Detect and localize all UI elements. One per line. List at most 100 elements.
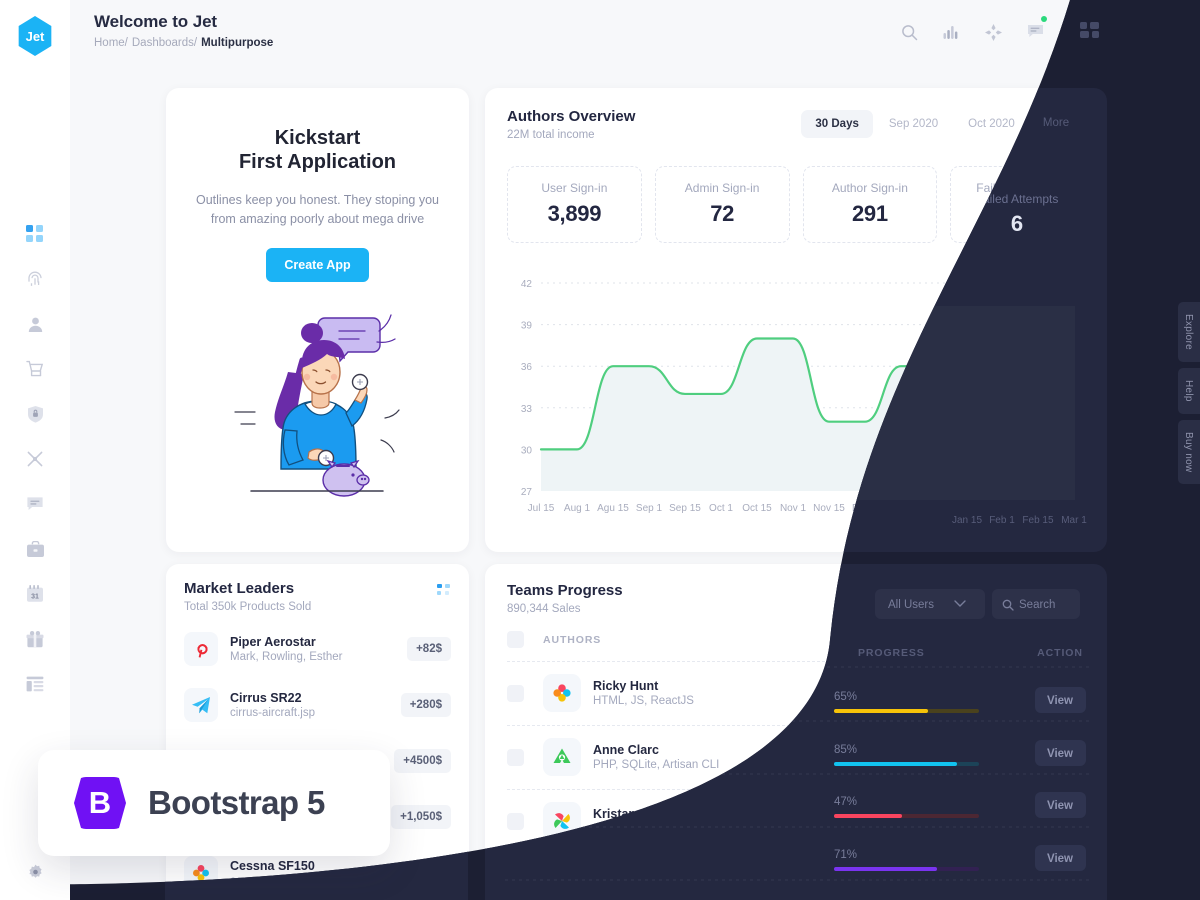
svg-text:Aug 1: Aug 1 xyxy=(564,503,591,514)
app-logo[interactable]: Jet xyxy=(18,16,52,56)
select-all-checkbox[interactable] xyxy=(507,631,524,648)
authors-title: Authors Overview xyxy=(507,108,636,125)
flower-color-icon xyxy=(184,856,218,890)
sidebar-item-fingerprint[interactable] xyxy=(18,266,52,292)
row-progress-cell: 65% xyxy=(860,681,1029,705)
row-checkbox[interactable] xyxy=(507,684,524,702)
market-item-text: Cirrus SR22 cirrus-aircraft.jsp xyxy=(230,691,315,719)
row-progress-label: 71% xyxy=(860,873,884,885)
avatar[interactable] xyxy=(1150,16,1182,48)
sidebar-item-dashboard[interactable] xyxy=(18,221,52,247)
market-card-header: Market Leaders Total 350k Products Sold xyxy=(184,580,451,613)
header-titles: Welcome to Jet Home/ Dashboards/ Multipu… xyxy=(94,12,273,49)
sidebar-item-security[interactable] xyxy=(18,401,52,427)
market-item-name: Piper Aerostar xyxy=(230,635,316,649)
stat-user-signin: User Sign-in 3,899 xyxy=(507,166,642,243)
market-item-name: Cessna SF150 xyxy=(230,859,315,873)
row-author-tech: PHP, Laravel, VueJS xyxy=(593,823,700,835)
kickstart-card: Kickstart First Application Outlines kee… xyxy=(166,88,469,552)
tab-sep-2020[interactable]: Sep 2020 xyxy=(875,110,952,138)
side-tab-buy-now[interactable]: Buy now xyxy=(1178,419,1200,485)
svg-text:Feb 15: Feb 15 xyxy=(1029,503,1061,514)
view-button[interactable]: View xyxy=(1029,871,1085,899)
bootstrap-badge[interactable]: B Bootstrap 5 xyxy=(38,750,390,856)
row-author-name: Kristaps Zumman xyxy=(593,807,699,821)
market-item-name: Cirrus SR22 xyxy=(230,691,302,705)
sidebar-item-gifts[interactable] xyxy=(18,626,52,652)
telegram-plane-icon xyxy=(184,688,218,722)
kickstart-title: Kickstart First Application xyxy=(192,126,443,175)
row-checkbox[interactable] xyxy=(507,876,524,894)
sidebar-settings[interactable] xyxy=(0,863,70,882)
authors-overview-card: Authors Overview 22M total income 30 Day… xyxy=(485,88,1107,552)
table-row[interactable]: Natali Trump Python, ReactJS 71% View xyxy=(507,854,1085,900)
breadcrumb-item-dashboards[interactable]: Dashboards/ xyxy=(132,37,197,49)
view-button[interactable]: View xyxy=(1029,679,1085,707)
svg-text:36: 36 xyxy=(521,362,533,373)
stat-value: 6 xyxy=(1011,201,1024,226)
authors-subtitle: 22M total income xyxy=(507,129,595,141)
stat-label: Author Sign-in xyxy=(831,181,908,195)
sparkle-icon[interactable] xyxy=(982,21,1004,43)
authors-card-header: Authors Overview 22M total income 30 Day… xyxy=(507,108,1085,141)
list-item[interactable]: Cirrus SR22 cirrus-aircraft.jsp +280$ xyxy=(184,677,451,733)
row-author-cell: Natali Trump Python, ReactJS xyxy=(543,866,861,900)
moon-dark-mode-icon[interactable] xyxy=(1108,21,1130,43)
row-progress-label: 47% xyxy=(860,809,884,821)
table-row[interactable]: Anne Clarc PHP, SQLite, Artisan CLI 85% … xyxy=(507,726,1085,790)
row-author-tech: Python, ReactJS xyxy=(593,887,679,899)
sidebar-item-projects[interactable] xyxy=(18,536,52,562)
list-item[interactable]: Piper Aerostar Mark, Rowling, Esther +82… xyxy=(184,621,451,677)
sidebar-item-users[interactable] xyxy=(18,311,52,337)
dots-grid-icon[interactable] xyxy=(437,584,451,603)
tab-more[interactable]: More xyxy=(1031,110,1085,138)
woman-piggy-bank-illustration xyxy=(233,314,400,497)
search-icon[interactable] xyxy=(898,21,920,43)
tab-30-days[interactable]: 30 Days xyxy=(801,110,873,138)
svg-text:42: 42 xyxy=(521,279,533,290)
table-row[interactable]: Kristaps Zumman PHP, Laravel, VueJS 47% … xyxy=(507,790,1085,854)
authors-stats-row: User Sign-in 3,899 Admin Sign-in 72 Auth… xyxy=(507,166,1085,243)
authors-area-chart: 27 30 33 36 39 42 Jul 15 Aug 1 Agu 15 Sep 1 Sep 15… xyxy=(507,273,1085,519)
market-item-text: Piper Aerostar Mark, Rowling, Esther xyxy=(230,635,342,663)
row-checkbox[interactable] xyxy=(507,812,524,830)
user-filter-select[interactable]: All Users xyxy=(865,582,975,612)
chat-icon[interactable] xyxy=(1024,16,1047,43)
sidebar-item-messages[interactable] xyxy=(18,491,52,517)
row-action-cell: View xyxy=(1029,743,1085,771)
row-author-meta: Natali Trump Python, ReactJS xyxy=(593,871,679,899)
pinterest-p-icon xyxy=(184,632,218,666)
breadcrumb-item-home[interactable]: Home/ xyxy=(94,37,128,49)
breadcrumb-item-multipurpose: Multipurpose xyxy=(201,37,274,49)
stat-admin-signin: Admin Sign-in 72 xyxy=(654,166,790,243)
teams-search-input[interactable]: Search xyxy=(985,582,1085,612)
row-author-meta: Kristaps Zumman PHP, Laravel, VueJS xyxy=(593,807,699,835)
teams-table: AUTHORS PROGRESS ACTION Ricky Hunt HTML,… xyxy=(507,631,1085,900)
dashboard-app: Jet 31 Welcome to Jet Home/ Dashboards/ … xyxy=(0,0,1200,900)
row-action-cell: View xyxy=(1029,871,1085,899)
search-icon xyxy=(996,591,1008,603)
side-tab-help[interactable]: Help xyxy=(1178,368,1200,414)
create-app-button[interactable]: Create App xyxy=(266,248,369,283)
sidebar-item-layouts[interactable] xyxy=(18,671,52,697)
bootstrap-logo-icon: B xyxy=(74,777,126,829)
table-row[interactable]: Ricky Hunt HTML, JS, ReactJS 65% View xyxy=(507,662,1085,726)
svg-text:Mar 1: Mar 1 xyxy=(1068,503,1085,514)
side-tab-explore[interactable]: Explore xyxy=(1178,302,1200,363)
bar-chart-icon[interactable] xyxy=(940,21,962,43)
row-checkbox[interactable] xyxy=(507,748,524,766)
sidebar-item-calendar[interactable]: 31 xyxy=(18,581,52,607)
bootstrap-badge-label: Bootstrap 5 xyxy=(148,784,325,821)
view-button[interactable]: View xyxy=(1029,807,1085,835)
sidebar-item-ecommerce[interactable] xyxy=(18,356,52,382)
stat-value: 3,899 xyxy=(547,201,602,226)
sidebar-item-tools[interactable] xyxy=(18,446,52,472)
tab-oct-2020[interactable]: Oct 2020 xyxy=(954,110,1029,138)
teams-card-header: Teams Progress 890,344 Sales All Users S… xyxy=(507,582,1085,615)
cart-icon xyxy=(25,360,43,377)
row-progress-label: 65% xyxy=(860,681,884,693)
teams-title: Teams Progress xyxy=(507,582,623,599)
kickstart-body: Outlines keep you honest. They stoping y… xyxy=(196,192,439,226)
grid-apps-icon[interactable] xyxy=(1066,21,1088,43)
view-button[interactable]: View xyxy=(1029,743,1085,771)
